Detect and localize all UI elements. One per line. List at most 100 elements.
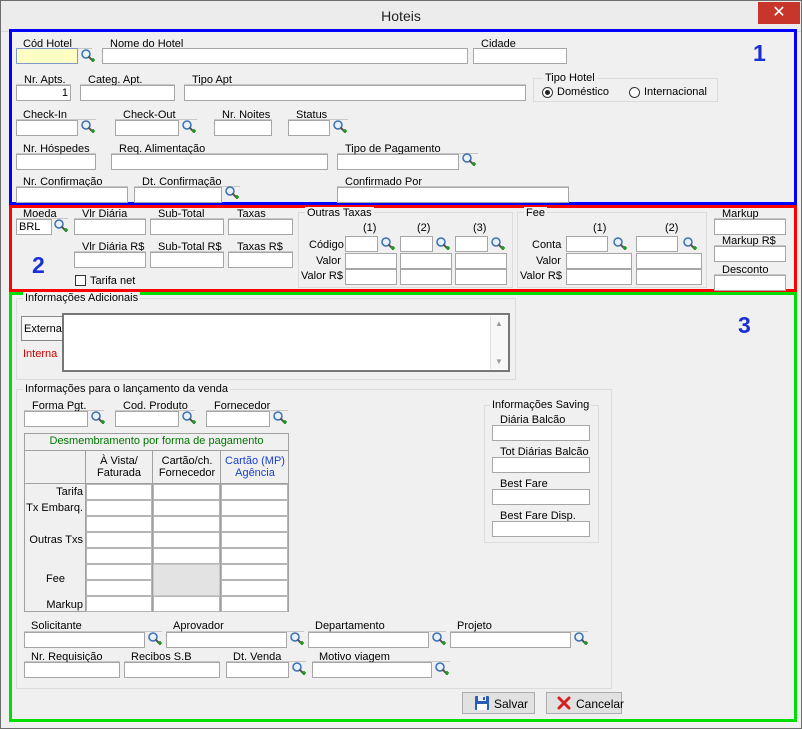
nome-hotel-input[interactable] xyxy=(102,48,468,64)
valor-2-input[interactable] xyxy=(400,253,452,269)
cell-markup-cartao[interactable] xyxy=(153,596,220,612)
close-button[interactable]: ✕ xyxy=(758,2,800,24)
tab-interna[interactable]: Interna xyxy=(23,348,57,360)
dt-confirmacao-lookup-icon[interactable] xyxy=(224,185,240,201)
cell-fee-2-avista[interactable] xyxy=(86,580,152,596)
fee-valor-rs-2-input[interactable] xyxy=(636,269,702,285)
cancelar-button[interactable]: Cancelar xyxy=(546,692,624,714)
moeda-lookup-icon[interactable] xyxy=(53,218,69,234)
tipo-apt-input[interactable] xyxy=(184,85,526,101)
sub-total-rs-input[interactable] xyxy=(150,252,224,268)
categ-apt-input[interactable] xyxy=(80,85,175,101)
fornecedor-input[interactable] xyxy=(206,411,270,427)
cell-outras-2-cartao-mp[interactable] xyxy=(221,532,288,548)
check-out-lookup-icon[interactable] xyxy=(181,119,197,135)
tarifa-net-checkbox[interactable] xyxy=(75,275,86,286)
codigo-2-input[interactable] xyxy=(400,236,433,252)
taxas-input[interactable] xyxy=(228,219,293,235)
sub-total-input[interactable] xyxy=(150,219,224,235)
check-in-lookup-icon[interactable] xyxy=(80,119,96,135)
dt-venda-input[interactable] xyxy=(226,662,289,678)
status-lookup-icon[interactable] xyxy=(332,119,348,135)
cod-produto-input[interactable] xyxy=(115,411,179,427)
nr-confirmacao-input[interactable] xyxy=(16,187,128,203)
cell-outras-3-cartao-mp[interactable] xyxy=(221,548,288,564)
cell-outras-1-cartao-mp[interactable] xyxy=(221,516,288,532)
cell-fee-1-cartao-mp[interactable] xyxy=(221,564,288,580)
cell-tx-cartao[interactable] xyxy=(153,500,220,516)
nr-hospedes-input[interactable] xyxy=(16,154,96,170)
status-input[interactable] xyxy=(288,120,330,136)
cell-outras-1-avista[interactable] xyxy=(86,516,152,532)
internacional-radio[interactable] xyxy=(629,87,640,98)
diaria-balcao-input[interactable] xyxy=(492,425,590,441)
valor-rs-2-input[interactable] xyxy=(400,269,452,285)
valor-rs-1-input[interactable] xyxy=(345,269,397,285)
best-fare-disp-input[interactable] xyxy=(492,521,590,537)
cidade-input[interactable] xyxy=(473,48,567,64)
markup-rs-input[interactable] xyxy=(714,246,786,262)
solicitante-input[interactable] xyxy=(24,632,145,648)
desconto-input[interactable] xyxy=(714,275,786,291)
scroll-down-icon[interactable]: ▼ xyxy=(495,357,503,366)
cell-fee-1-avista[interactable] xyxy=(86,564,152,580)
scroll-up-icon[interactable]: ▲ xyxy=(495,319,503,328)
moeda-input[interactable]: BRL xyxy=(16,219,52,235)
codigo-1-lookup-icon[interactable] xyxy=(380,236,396,252)
cell-markup-avista[interactable] xyxy=(86,596,152,612)
cell-tx-cartao-mp[interactable] xyxy=(221,500,288,516)
cod-hotel-lookup-icon[interactable] xyxy=(80,48,96,64)
codigo-3-input[interactable] xyxy=(455,236,488,252)
cell-outras-3-cartao[interactable] xyxy=(153,548,220,564)
req-alimentacao-input[interactable] xyxy=(111,154,328,170)
solicitante-lookup-icon[interactable] xyxy=(147,631,163,647)
conta-2-input[interactable] xyxy=(636,236,678,252)
cell-tarifa-cartao-mp[interactable] xyxy=(221,484,288,500)
projeto-lookup-icon[interactable] xyxy=(573,631,589,647)
fee-valor-2-input[interactable] xyxy=(636,253,702,269)
markup-input[interactable] xyxy=(714,219,786,235)
departamento-lookup-icon[interactable] xyxy=(431,631,447,647)
aprovador-input[interactable] xyxy=(166,632,287,648)
aprovador-lookup-icon[interactable] xyxy=(289,631,305,647)
codigo-3-lookup-icon[interactable] xyxy=(490,236,506,252)
domestico-radio[interactable] xyxy=(542,87,553,98)
cell-outras-2-cartao[interactable] xyxy=(153,532,220,548)
tot-diarias-input[interactable] xyxy=(492,457,590,473)
departamento-input[interactable] xyxy=(308,632,429,648)
valor-rs-3-input[interactable] xyxy=(455,269,507,285)
conta-2-lookup-icon[interactable] xyxy=(682,236,698,252)
nr-requisicao-input[interactable] xyxy=(24,662,120,678)
dt-confirmacao-input[interactable] xyxy=(134,187,222,203)
codigo-1-input[interactable] xyxy=(345,236,378,252)
cell-tx-avista[interactable] xyxy=(86,500,152,516)
fee-valor-rs-1-input[interactable] xyxy=(566,269,632,285)
textarea-scrollbar[interactable]: ▲ ▼ xyxy=(490,316,508,369)
projeto-input[interactable] xyxy=(450,632,571,648)
confirmado-por-input[interactable] xyxy=(337,187,569,203)
conta-1-input[interactable] xyxy=(566,236,608,252)
cell-tarifa-avista[interactable] xyxy=(86,484,152,500)
recibos-input[interactable] xyxy=(124,662,220,678)
valor-1-input[interactable] xyxy=(345,253,397,269)
cod-produto-lookup-icon[interactable] xyxy=(181,410,197,426)
valor-3-input[interactable] xyxy=(455,253,507,269)
cell-outras-3-avista[interactable] xyxy=(86,548,152,564)
nr-noites-input[interactable] xyxy=(214,120,272,136)
check-in-input[interactable] xyxy=(16,120,78,136)
vlr-diaria-input[interactable] xyxy=(74,219,146,235)
nr-apts-input[interactable]: 1 xyxy=(16,85,71,101)
cod-hotel-input[interactable] xyxy=(16,48,78,64)
taxas-rs-input[interactable] xyxy=(228,252,293,268)
salvar-button[interactable]: Salvar xyxy=(462,692,535,714)
cell-fee-2-cartao-mp[interactable] xyxy=(221,580,288,596)
codigo-2-lookup-icon[interactable] xyxy=(435,236,451,252)
best-fare-input[interactable] xyxy=(492,489,590,505)
cell-tarifa-cartao[interactable] xyxy=(153,484,220,500)
forma-pgt-lookup-icon[interactable] xyxy=(90,410,106,426)
tipo-pagamento-lookup-icon[interactable] xyxy=(461,152,477,168)
tab-externa[interactable]: Externa xyxy=(21,316,63,341)
cell-markup-cartao-mp[interactable] xyxy=(221,596,288,612)
dt-venda-lookup-icon[interactable] xyxy=(291,661,307,677)
vlr-diaria-rs-input[interactable] xyxy=(74,252,146,268)
